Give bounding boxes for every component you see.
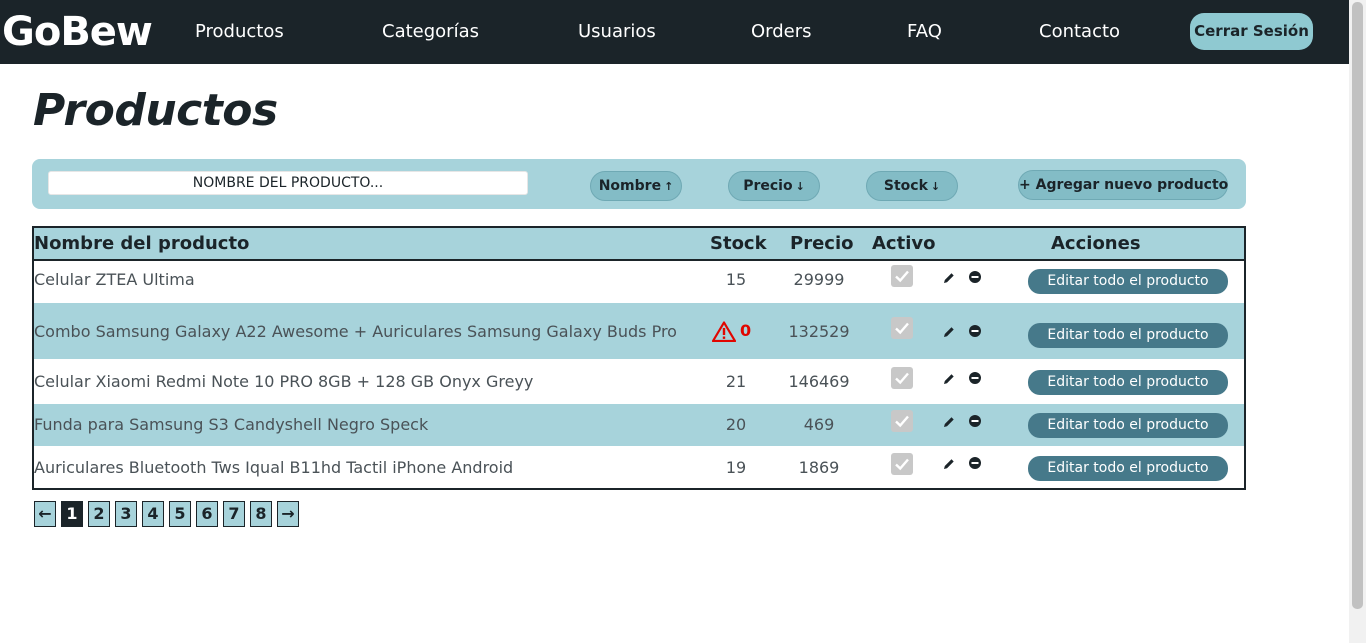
table-row: Combo Samsung Galaxy A22 Awesome + Auric… (34, 303, 1244, 359)
table-row: Funda para Samsung S3 Candyshell Negro S… (34, 404, 1244, 446)
table-header: Nombre del producto Stock Precio Activo … (34, 228, 1244, 261)
product-stock: 0 (740, 321, 752, 340)
edit-product-button[interactable]: Editar todo el producto (1028, 370, 1228, 395)
edit-product-button[interactable]: Editar todo el producto (1028, 323, 1228, 348)
top-navbar: GoBew Productos Categorías Usuarios Orde… (0, 0, 1349, 64)
product-stock: 21 (725, 372, 747, 391)
product-price: 1869 (798, 458, 840, 477)
nav-link-orders[interactable]: Orders (751, 20, 812, 44)
arrow-up-icon: ↑ (664, 180, 674, 193)
product-price: 132529 (788, 322, 850, 341)
product-search-input[interactable] (48, 171, 528, 195)
filter-toolbar: Nombre↑ Precio↓ Stock↓ + Agregar nuevo p… (32, 159, 1246, 209)
table-row: Auriculares Bluetooth Tws Iqual B11hd Ta… (34, 446, 1244, 488)
active-checkbox[interactable] (891, 317, 913, 339)
header-active: Activo (872, 233, 936, 254)
pencil-icon[interactable] (942, 415, 956, 429)
header-price: Precio (790, 233, 854, 254)
checkmark-icon (895, 270, 909, 283)
page-title: Productos (33, 85, 278, 136)
pagination-prev-button[interactable]: ← (34, 501, 56, 527)
product-price: 29999 (793, 270, 845, 289)
arrow-down-icon: ↓ (795, 180, 805, 193)
logout-button[interactable]: Cerrar Sesión (1190, 13, 1313, 50)
sort-stock-button[interactable]: Stock ↓ (866, 171, 958, 201)
pagination-page-6[interactable]: 6 (196, 501, 218, 527)
add-product-button[interactable]: + Agregar nuevo producto (1018, 170, 1228, 200)
minus-circle-icon[interactable] (968, 270, 982, 284)
checkmark-icon (895, 458, 909, 471)
pagination-page-5[interactable]: 5 (169, 501, 191, 527)
edit-product-button[interactable]: Editar todo el producto (1028, 456, 1228, 481)
product-name: Combo Samsung Galaxy A22 Awesome + Auric… (34, 322, 677, 341)
product-stock: 15 (725, 270, 747, 289)
pencil-icon[interactable] (942, 457, 956, 471)
page-scrollbar[interactable] (1349, 0, 1366, 643)
pagination-page-8[interactable]: 8 (250, 501, 272, 527)
nav-link-usuarios[interactable]: Usuarios (578, 20, 656, 44)
checkmark-icon (895, 415, 909, 428)
pencil-icon[interactable] (942, 372, 956, 386)
product-name: Auriculares Bluetooth Tws Iqual B11hd Ta… (34, 458, 514, 477)
product-name: Celular ZTEA Ultima (34, 270, 195, 289)
product-price: 469 (803, 415, 835, 434)
nav-link-faq[interactable]: FAQ (907, 20, 942, 44)
pagination-page-7[interactable]: 7 (223, 501, 245, 527)
checkmark-icon (895, 322, 909, 335)
sort-price-button[interactable]: Precio ↓ (728, 171, 820, 201)
nav-link-categorias[interactable]: Categorías (382, 20, 479, 44)
pencil-icon[interactable] (942, 271, 956, 285)
product-price: 146469 (788, 372, 850, 391)
table-row: Celular ZTEA Ultima 15 29999 Editar todo… (34, 259, 1244, 303)
minus-circle-icon[interactable] (968, 456, 982, 470)
product-stock: 19 (725, 458, 747, 477)
edit-product-button[interactable]: Editar todo el producto (1028, 413, 1228, 438)
nav-link-contacto[interactable]: Contacto (1039, 20, 1120, 44)
edit-product-button[interactable]: Editar todo el producto (1028, 269, 1228, 294)
active-checkbox[interactable] (891, 367, 913, 389)
active-checkbox[interactable] (891, 453, 913, 475)
minus-circle-icon[interactable] (968, 414, 982, 428)
nav-link-productos[interactable]: Productos (195, 20, 284, 44)
brand-logo[interactable]: GoBew (2, 9, 153, 55)
pagination-page-4[interactable]: 4 (142, 501, 164, 527)
products-table: Nombre del producto Stock Precio Activo … (32, 226, 1246, 490)
active-checkbox[interactable] (891, 265, 913, 287)
minus-circle-icon[interactable] (968, 371, 982, 385)
pagination-next-button[interactable]: → (277, 501, 299, 527)
header-name: Nombre del producto (34, 233, 250, 254)
sort-name-button[interactable]: Nombre ↑ (590, 171, 682, 201)
active-checkbox[interactable] (891, 410, 913, 432)
table-row: Celular Xiaomi Redmi Note 10 PRO 8GB + 1… (34, 359, 1244, 404)
scrollbar-thumb[interactable] (1352, 2, 1363, 609)
pagination-page-2[interactable]: 2 (88, 501, 110, 527)
arrow-down-icon: ↓ (930, 180, 941, 193)
sort-price-label: Precio (743, 178, 793, 194)
sort-stock-label: Stock (883, 178, 928, 194)
pagination-page-3[interactable]: 3 (115, 501, 137, 527)
pagination-page-1[interactable]: 1 (61, 501, 83, 527)
checkmark-icon (895, 372, 909, 385)
warning-icon (712, 321, 736, 342)
pencil-icon[interactable] (942, 325, 956, 339)
sort-name-label: Nombre (598, 178, 662, 194)
product-name: Funda para Samsung S3 Candyshell Negro S… (34, 415, 429, 434)
product-stock: 20 (725, 415, 747, 434)
header-stock: Stock (710, 233, 767, 254)
header-actions: Acciones (1051, 233, 1141, 254)
minus-circle-icon[interactable] (968, 324, 982, 338)
product-name: Celular Xiaomi Redmi Note 10 PRO 8GB + 1… (34, 372, 534, 391)
